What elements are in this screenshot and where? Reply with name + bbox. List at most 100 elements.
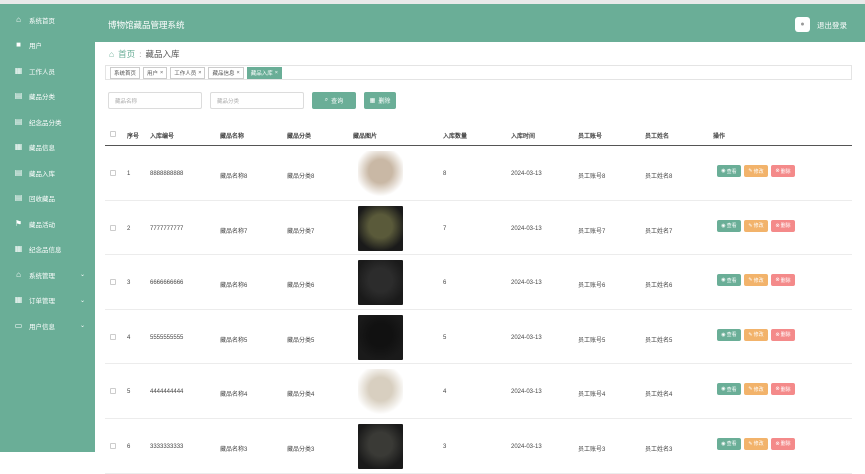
delete-icon: ⊗ (775, 168, 780, 174)
tab-4[interactable]: 藏品入库 × (246, 66, 282, 79)
row-checkbox[interactable] (110, 170, 116, 176)
delete-icon: ⊗ (775, 277, 780, 284)
column-header: 入库时间 (511, 134, 536, 140)
edit-button[interactable]: ✎ 修改 (744, 383, 768, 396)
delete-button[interactable]: ⊗ 删除 (771, 383, 795, 396)
cell-date: 2024-03-13 (511, 443, 542, 450)
sidebar-item-7[interactable]: ▤ 回收藏品 (0, 186, 95, 212)
delete-button-label: 删除 (780, 332, 791, 339)
breadcrumb-home[interactable]: 首页 (118, 48, 135, 60)
close-icon[interactable]: × (160, 70, 163, 76)
view-button[interactable]: ◉ 查看 (717, 219, 741, 232)
sidebar-item-label: 系统管理 (29, 272, 55, 280)
row-actions: ◉ 查看 ✎ 修改 ⊗ 删除 (717, 219, 795, 232)
edit-button[interactable]: ✎ 修改 (744, 328, 768, 341)
edit-button[interactable]: ✎ 修改 (744, 165, 768, 177)
delete-button[interactable]: ⊗ 删除 (771, 165, 795, 177)
row-checkbox[interactable] (110, 388, 116, 395)
delete-button-label: 删除 (780, 277, 791, 284)
sidebar-item-11[interactable]: ▦ 订单管理 ⌄ (0, 288, 95, 314)
edit-icon: ✎ (748, 331, 753, 338)
sidebar-item-1[interactable]: ■ 用户 (0, 33, 95, 59)
delete-button[interactable]: ⊗ 删除 (771, 274, 795, 287)
cell-date: 2024-03-13 (511, 334, 542, 341)
tab-1[interactable]: 用户 × (143, 66, 168, 79)
sidebar-item-5[interactable]: ▦ 藏品信息 (0, 135, 95, 161)
delete-button-label: 删除 (780, 441, 791, 448)
cell-account: 员工账号7 (578, 228, 606, 235)
sidebar-item-10[interactable]: ⌂ 系统管理 ⌄ (0, 262, 95, 288)
cell-code: 8888888888 (150, 171, 184, 177)
view-button[interactable]: ◉ 查看 (717, 165, 741, 177)
collection-image (358, 369, 403, 415)
grid-icon: ▦ (14, 65, 23, 75)
row-checkbox[interactable] (110, 279, 116, 286)
row-checkbox[interactable] (110, 442, 116, 449)
sidebar-item-label: 用户信息 (29, 323, 55, 331)
sidebar-item-8[interactable]: ⚑ 藏品活动 (0, 211, 95, 237)
name-search-input[interactable]: 藏品名称 (108, 92, 202, 109)
edit-button[interactable]: ✎ 修改 (744, 219, 768, 232)
tab-2[interactable]: 工作人员 × (170, 66, 206, 79)
column-header: 员工账号 (578, 134, 603, 140)
logout-button[interactable]: 退出登录 (817, 20, 847, 31)
delete-button[interactable]: ⊗ 删除 (771, 437, 795, 450)
close-icon[interactable]: × (275, 70, 278, 76)
view-button[interactable]: ◉ 查看 (717, 383, 741, 396)
eye-icon: ◉ (721, 222, 726, 229)
edit-button-label: 修改 (753, 332, 764, 339)
edit-icon: ✎ (748, 277, 753, 284)
chevron-down-icon: ⌄ (79, 297, 85, 304)
edit-button[interactable]: ✎ 修改 (744, 437, 768, 450)
query-button[interactable]: ⌕ 查询 (312, 92, 356, 109)
cell-staff: 员工姓名5 (645, 337, 673, 344)
cell-staff: 员工姓名6 (645, 283, 673, 290)
breadcrumb: ⌂ 首页 : 藏品入库 (109, 48, 180, 60)
row-checkbox[interactable] (110, 333, 116, 340)
close-icon[interactable]: × (198, 70, 201, 76)
edit-button[interactable]: ✎ 修改 (744, 274, 768, 287)
sidebar-item-2[interactable]: ▦ 工作人员 (0, 58, 95, 84)
delete-button[interactable]: ⊗ 删除 (771, 219, 795, 232)
sidebar-item-9[interactable]: ▦ 纪念品信息 (0, 237, 95, 263)
view-button[interactable]: ◉ 查看 (717, 328, 741, 341)
cell-account: 员工账号5 (578, 337, 606, 344)
cell-date: 2024-03-13 (511, 280, 542, 287)
sidebar-item-6[interactable]: ▤ 藏品入库 (0, 160, 95, 186)
bank-icon: ⌂ (16, 269, 21, 279)
category-search-input[interactable]: 藏品分类 (210, 92, 304, 109)
cell-category: 藏品分类5 (287, 337, 315, 344)
tab-0[interactable]: 系统首页 (110, 66, 141, 79)
avatar-icon[interactable]: ● (795, 17, 810, 32)
edit-button-label: 修改 (753, 223, 764, 230)
sidebar-item-3[interactable]: ▤ 藏品分类 (0, 84, 95, 110)
collection-image (358, 260, 403, 306)
close-icon[interactable]: × (237, 70, 240, 76)
cell-name: 藏品名称8 (220, 174, 248, 180)
delete-button-label: 删除 (780, 386, 791, 393)
row-actions: ◉ 查看 ✎ 修改 ⊗ 删除 (717, 274, 795, 287)
view-button[interactable]: ◉ 查看 (717, 274, 741, 287)
sidebar-item-12[interactable]: ▭ 用户信息 ⌄ (0, 313, 95, 339)
sidebar-item-label: 藏品活动 (29, 221, 55, 229)
cell-qty: 8 (443, 171, 447, 177)
tab-3[interactable]: 藏品信息 × (208, 66, 244, 79)
flag-icon: ⚑ (14, 218, 23, 228)
sidebar-item-0[interactable]: ⌂ 系统首页 (0, 7, 95, 33)
sidebar-item-label: 纪念品分类 (29, 119, 62, 127)
delete-button-label: 删除 (780, 223, 791, 230)
view-button-label: 查看 (726, 168, 737, 175)
chevron-down-icon: ⌄ (79, 272, 85, 279)
sidebar-item-4[interactable]: ▤ 纪念品分类 (0, 109, 95, 135)
batch-delete-button[interactable]: ▦ 删除 (364, 92, 396, 109)
cell-code: 4444444444 (150, 389, 184, 396)
view-button[interactable]: ◉ 查看 (717, 437, 741, 450)
app-title: 博物馆藏品管理系统 (108, 20, 185, 30)
delete-icon: ⊗ (775, 386, 780, 393)
delete-button[interactable]: ⊗ 删除 (771, 328, 795, 341)
cell-account: 员工账号4 (578, 392, 606, 399)
clipboard-icon: ▤ (14, 91, 23, 101)
row-checkbox[interactable] (110, 224, 116, 231)
select-all-checkbox[interactable] (110, 131, 116, 137)
cell-code: 3333333333 (150, 443, 184, 450)
